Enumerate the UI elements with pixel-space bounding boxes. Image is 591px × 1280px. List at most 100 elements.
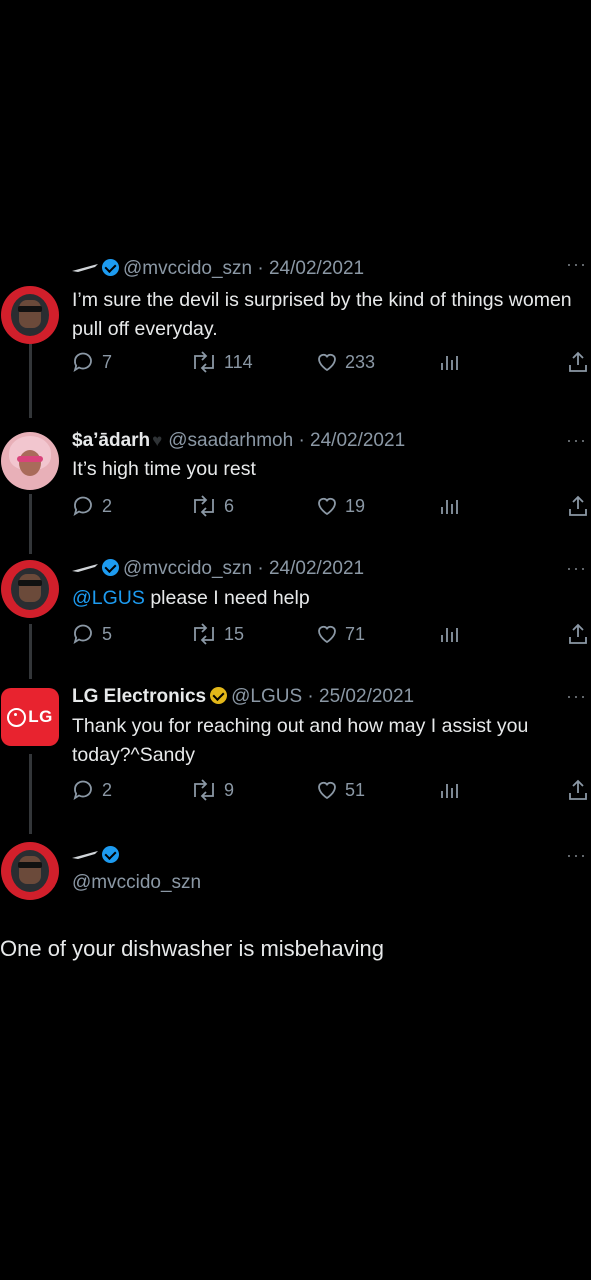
verified-badge-icon <box>102 559 119 576</box>
reply-count: 7 <box>102 351 113 372</box>
reply-icon <box>72 494 96 518</box>
retweet-count: 6 <box>224 495 235 516</box>
avatar[interactable] <box>1 842 59 900</box>
tweet-header: LG Electronics @LGUS · 25/02/2021 <box>72 686 414 708</box>
avatar[interactable] <box>1 560 59 618</box>
reply-count: 2 <box>102 495 113 516</box>
like-icon <box>315 350 339 374</box>
like-button[interactable]: 233 <box>315 350 375 374</box>
share-icon <box>566 622 590 646</box>
tweet-handle[interactable]: @mvccido_szn · 24/02/2021 <box>123 258 364 279</box>
retweet-button[interactable]: 114 <box>190 350 253 374</box>
more-icon[interactable]: ··· <box>566 845 587 866</box>
tweet-text: @LGUS please I need help <box>72 584 572 613</box>
tweet-actions: 2 6 19 <box>72 494 591 524</box>
views-icon <box>437 350 461 374</box>
tweet-text: I’m sure the devil is surprised by the k… <box>72 289 572 340</box>
tweet-actions: 7 114 233 <box>72 350 591 380</box>
tweet-header: @mvccido_szn · 24/02/2021 <box>72 558 364 580</box>
like-button[interactable]: 71 <box>315 622 365 646</box>
tweet-text: Thank you for reaching out and how may I… <box>72 715 529 766</box>
more-icon[interactable]: ··· <box>566 558 587 579</box>
share-icon <box>566 350 590 374</box>
views-button[interactable] <box>437 778 467 802</box>
more-icon[interactable]: ··· <box>566 430 587 451</box>
like-icon <box>315 494 339 518</box>
like-icon <box>315 622 339 646</box>
retweet-icon <box>190 778 218 802</box>
plane-emoji-icon <box>72 264 98 272</box>
tweet-text: It’s high time you rest <box>72 458 256 480</box>
tweet-actions: 2 9 51 <box>72 778 591 808</box>
views-button[interactable] <box>437 350 467 374</box>
plane-emoji-icon <box>72 564 98 572</box>
views-icon <box>437 494 461 518</box>
verified-badge-icon <box>102 846 119 863</box>
tweet-header: @mvccido_szn · 24/02/2021 <box>72 258 364 280</box>
display-name[interactable]: LG Electronics <box>72 686 206 707</box>
share-button[interactable] <box>566 350 591 374</box>
plane-emoji-icon <box>72 851 98 859</box>
retweet-count: 15 <box>224 623 245 644</box>
black-heart-icon: ♥ <box>152 431 163 450</box>
views-icon <box>437 622 461 646</box>
tweet-handle[interactable]: @mvccido_szn <box>72 872 201 893</box>
retweet-icon <box>190 622 218 646</box>
retweet-button[interactable]: 9 <box>190 778 234 802</box>
thread-line <box>29 754 32 834</box>
share-button[interactable] <box>566 622 591 646</box>
avatar[interactable] <box>1 286 59 344</box>
tweet-header: $a’ādarh ♥ @saadarhmoh · 24/02/2021 <box>72 430 405 452</box>
reply-button[interactable]: 7 <box>72 350 112 374</box>
more-icon[interactable]: ··· <box>566 254 587 275</box>
thread-line <box>29 624 32 679</box>
lg-logo-avatar[interactable]: LG <box>1 688 59 746</box>
retweet-count: 9 <box>224 779 235 800</box>
reply-button[interactable]: 2 <box>72 778 112 802</box>
like-button[interactable]: 51 <box>315 778 365 802</box>
like-count: 51 <box>345 779 366 800</box>
thread-line <box>29 344 32 418</box>
tweet-header <box>72 845 123 867</box>
retweet-button[interactable]: 15 <box>190 622 244 646</box>
tweet-handle-row: @mvccido_szn <box>72 872 201 894</box>
lg-logo-text: LG <box>28 707 53 726</box>
tweet-handle[interactable]: @mvccido_szn · 24/02/2021 <box>123 558 364 579</box>
tweet-handle[interactable]: @LGUS · 25/02/2021 <box>231 686 414 707</box>
tweet-actions: 5 15 71 <box>72 622 591 652</box>
share-icon <box>566 778 590 802</box>
share-button[interactable] <box>566 494 591 518</box>
views-button[interactable] <box>437 494 467 518</box>
display-name[interactable]: $a’ādarh <box>72 430 150 451</box>
views-button[interactable] <box>437 622 467 646</box>
share-icon <box>566 494 590 518</box>
like-count: 19 <box>345 495 366 516</box>
like-icon <box>315 778 339 802</box>
verified-badge-icon <box>210 687 228 704</box>
retweet-icon <box>190 350 218 374</box>
reply-count: 2 <box>102 779 113 800</box>
reply-button[interactable]: 2 <box>72 494 112 518</box>
tweet-text-rest: please I need help <box>144 587 310 609</box>
avatar[interactable] <box>1 432 59 490</box>
reply-icon <box>72 778 96 802</box>
reply-count: 5 <box>102 623 113 644</box>
retweet-button[interactable]: 6 <box>190 494 234 518</box>
views-icon <box>437 778 461 802</box>
mention-link[interactable]: @LGUS <box>72 587 145 609</box>
like-count: 71 <box>345 623 366 644</box>
reply-button[interactable]: 5 <box>72 622 112 646</box>
reply-icon <box>72 622 96 646</box>
reply-icon <box>72 350 96 374</box>
thread-line <box>29 494 32 554</box>
retweet-count: 114 <box>224 351 253 372</box>
share-button[interactable] <box>566 778 591 802</box>
lg-logo-icon <box>7 707 27 727</box>
retweet-icon <box>190 494 218 518</box>
more-icon[interactable]: ··· <box>566 686 587 707</box>
tweet-handle[interactable]: @saadarhmoh · 24/02/2021 <box>168 430 405 451</box>
like-count: 233 <box>345 351 376 372</box>
verified-badge-icon <box>102 259 119 276</box>
caption-text: One of your dishwasher is misbehaving <box>0 936 384 961</box>
like-button[interactable]: 19 <box>315 494 365 518</box>
